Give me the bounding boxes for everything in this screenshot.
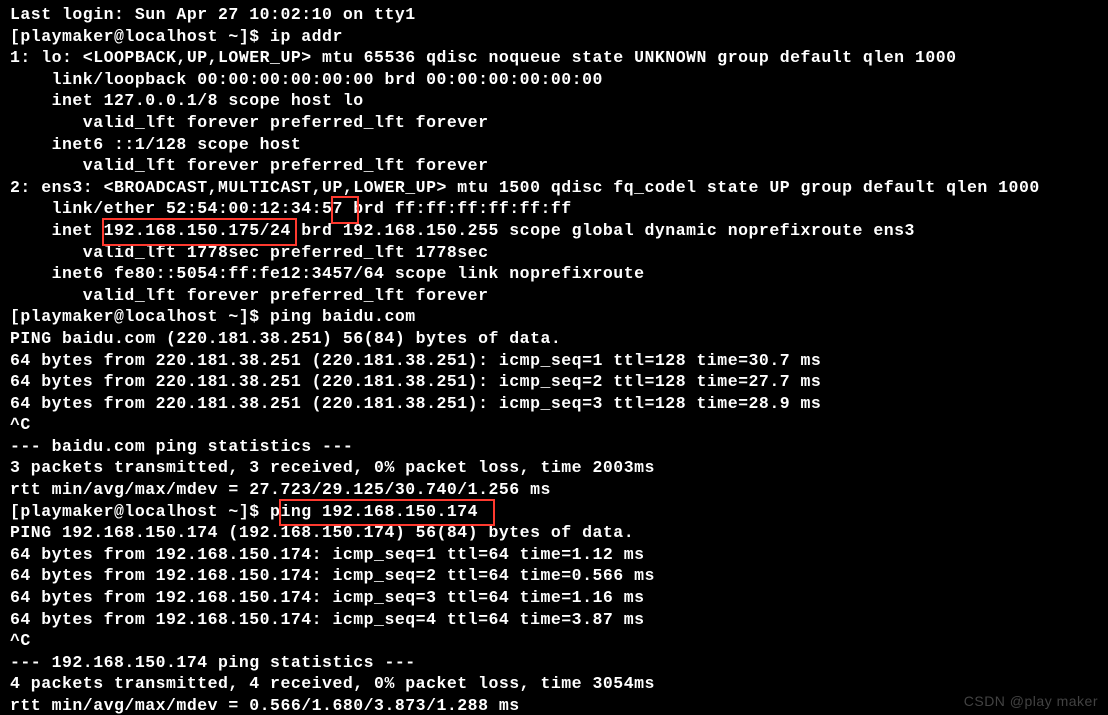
terminal-line: valid_lft 1778sec preferred_lft 1778sec	[10, 242, 1098, 264]
terminal-line: 64 bytes from 192.168.150.174: icmp_seq=…	[10, 544, 1098, 566]
terminal-line: [playmaker@localhost ~]$ ping 192.168.15…	[10, 501, 1098, 523]
terminal-line: valid_lft forever preferred_lft forever	[10, 112, 1098, 134]
terminal-line: 4 packets transmitted, 4 received, 0% pa…	[10, 673, 1098, 695]
terminal-line: ^C	[10, 630, 1098, 652]
terminal-line: 64 bytes from 192.168.150.174: icmp_seq=…	[10, 587, 1098, 609]
terminal-line: 64 bytes from 220.181.38.251 (220.181.38…	[10, 371, 1098, 393]
terminal-line: 64 bytes from 220.181.38.251 (220.181.38…	[10, 393, 1098, 415]
terminal-line: inet6 ::1/128 scope host	[10, 134, 1098, 156]
terminal-line: PING 192.168.150.174 (192.168.150.174) 5…	[10, 522, 1098, 544]
terminal-line: valid_lft forever preferred_lft forever	[10, 285, 1098, 307]
terminal-line: valid_lft forever preferred_lft forever	[10, 155, 1098, 177]
terminal-line: link/loopback 00:00:00:00:00:00 brd 00:0…	[10, 69, 1098, 91]
terminal-output[interactable]: Last login: Sun Apr 27 10:02:10 on tty1[…	[0, 0, 1108, 715]
terminal-line: inet6 fe80::5054:ff:fe12:3457/64 scope l…	[10, 263, 1098, 285]
terminal-line: 3 packets transmitted, 3 received, 0% pa…	[10, 457, 1098, 479]
terminal-line: [playmaker@localhost ~]$ ip addr	[10, 26, 1098, 48]
terminal-line: inet 192.168.150.175/24 brd 192.168.150.…	[10, 220, 1098, 242]
terminal-line: 2: ens3: <BROADCAST,MULTICAST,UP,LOWER_U…	[10, 177, 1098, 199]
terminal-line: rtt min/avg/max/mdev = 27.723/29.125/30.…	[10, 479, 1098, 501]
watermark-text: CSDN @play maker	[964, 693, 1098, 709]
terminal-line: --- 192.168.150.174 ping statistics ---	[10, 652, 1098, 674]
terminal-line: ^C	[10, 414, 1098, 436]
terminal-line: --- baidu.com ping statistics ---	[10, 436, 1098, 458]
terminal-line: [playmaker@localhost ~]$ ping baidu.com	[10, 306, 1098, 328]
terminal-line: inet 127.0.0.1/8 scope host lo	[10, 90, 1098, 112]
terminal-line: link/ether 52:54:00:12:34:57 brd ff:ff:f…	[10, 198, 1098, 220]
terminal-line: PING baidu.com (220.181.38.251) 56(84) b…	[10, 328, 1098, 350]
terminal-line: rtt min/avg/max/mdev = 0.566/1.680/3.873…	[10, 695, 1098, 715]
terminal-line: 64 bytes from 192.168.150.174: icmp_seq=…	[10, 609, 1098, 631]
terminal-line: 64 bytes from 192.168.150.174: icmp_seq=…	[10, 565, 1098, 587]
terminal-line: 64 bytes from 220.181.38.251 (220.181.38…	[10, 350, 1098, 372]
terminal-line: Last login: Sun Apr 27 10:02:10 on tty1	[10, 4, 1098, 26]
terminal-line: 1: lo: <LOOPBACK,UP,LOWER_UP> mtu 65536 …	[10, 47, 1098, 69]
